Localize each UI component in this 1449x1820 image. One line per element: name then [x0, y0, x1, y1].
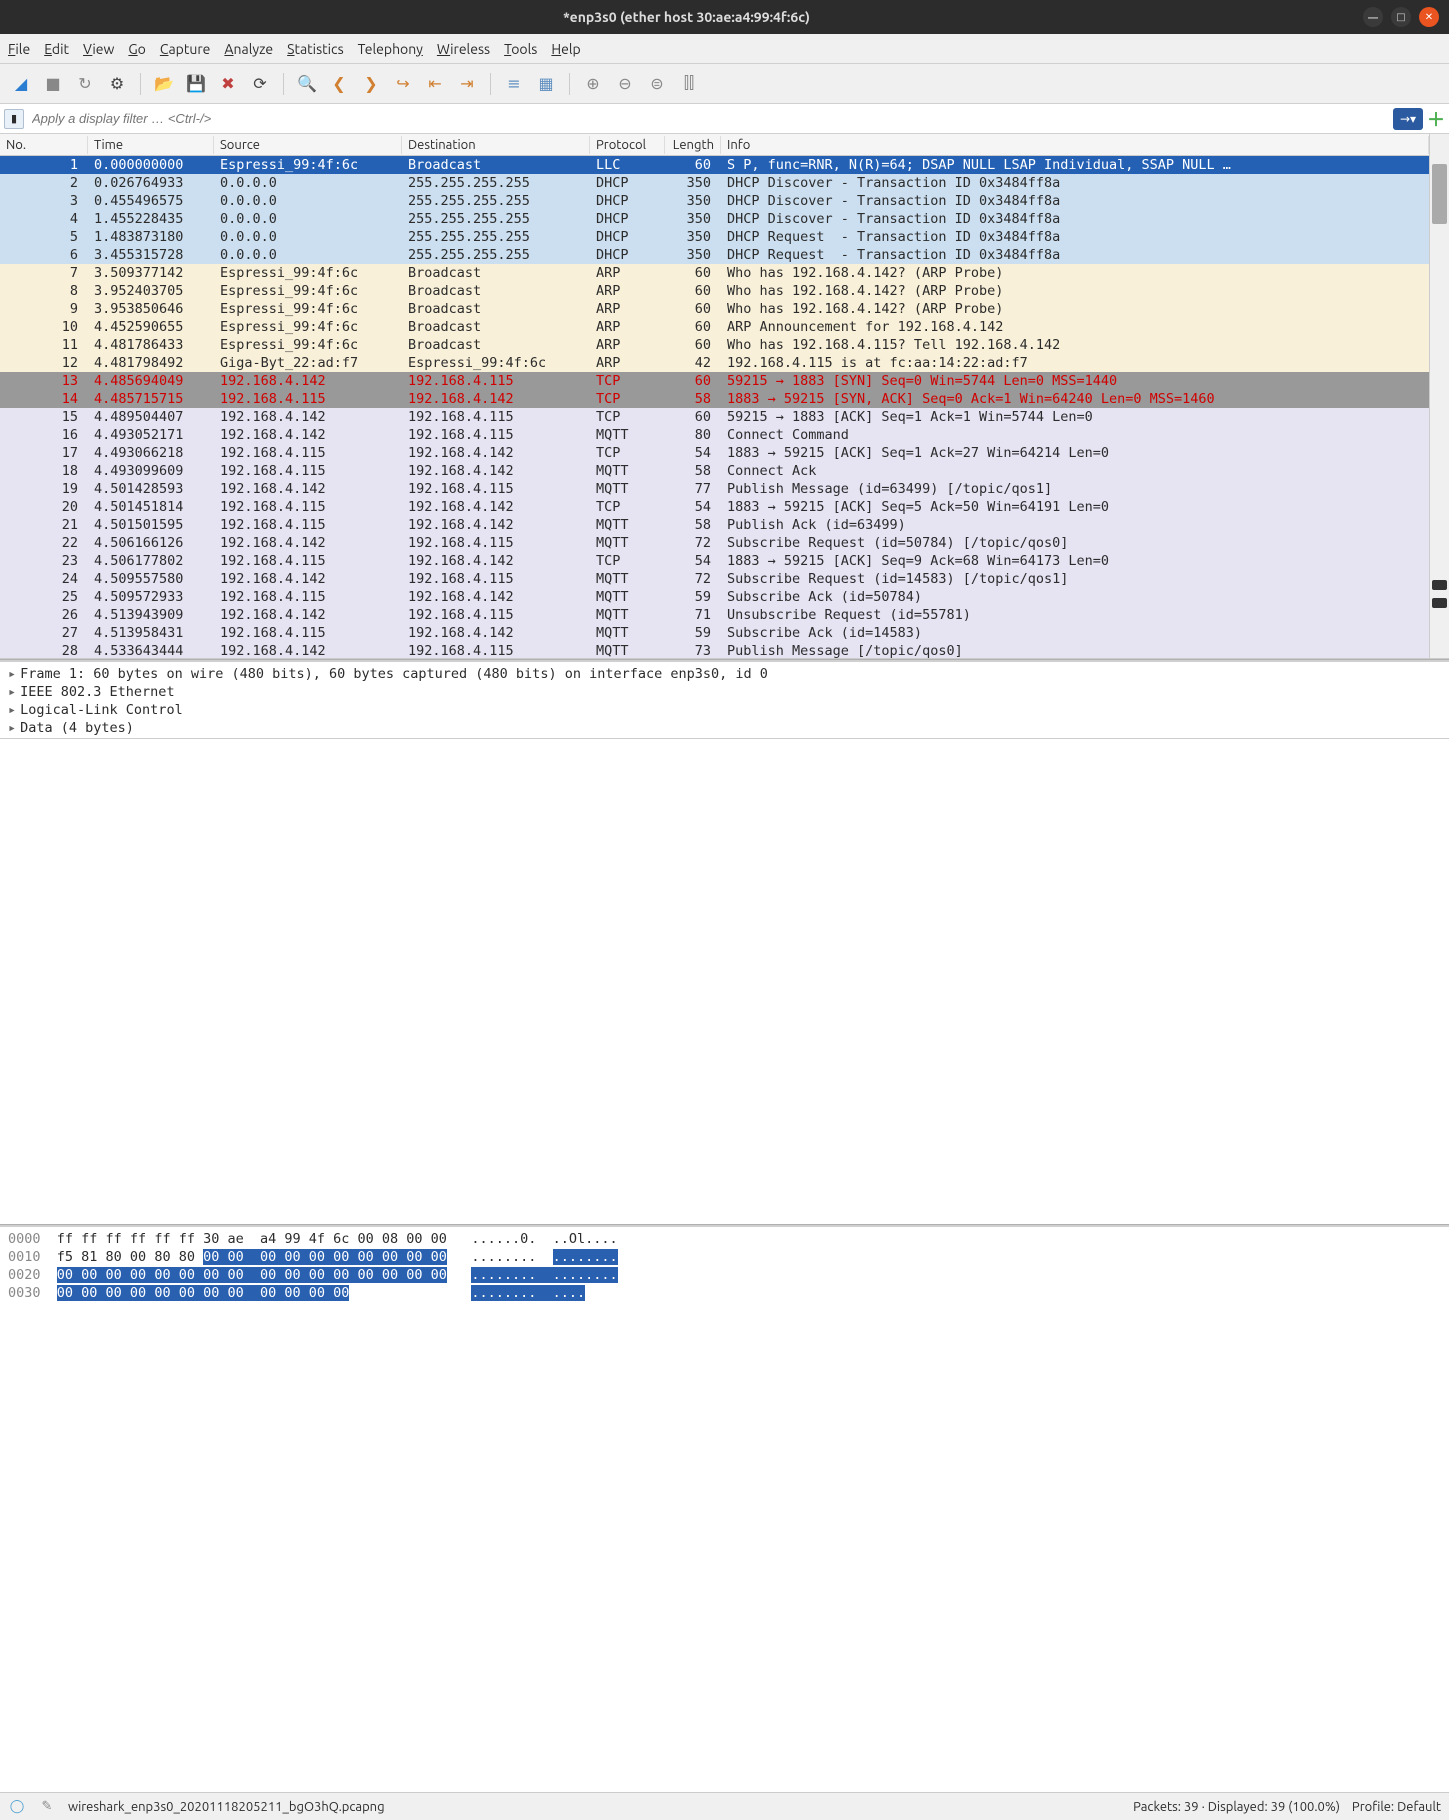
table-row[interactable]: 184.493099609192.168.4.115192.168.4.142M…: [0, 462, 1429, 480]
table-row[interactable]: 284.533643444192.168.4.142192.168.4.115M…: [0, 642, 1429, 658]
table-row[interactable]: 83.952403705Espressi_99:4f:6cBroadcastAR…: [0, 282, 1429, 300]
table-row[interactable]: 214.501501595192.168.4.115192.168.4.142M…: [0, 516, 1429, 534]
column-time[interactable]: Time: [88, 136, 214, 154]
table-row[interactable]: 264.513943909192.168.4.142192.168.4.115M…: [0, 606, 1429, 624]
table-row[interactable]: 51.4838731800.0.0.0255.255.255.255DHCP35…: [0, 228, 1429, 246]
go-back-icon[interactable]: ❮: [326, 71, 352, 97]
table-row[interactable]: 194.501428593192.168.4.142192.168.4.115M…: [0, 480, 1429, 498]
menu-go[interactable]: Go: [128, 41, 146, 57]
column-destination[interactable]: Destination: [402, 136, 590, 154]
hex-row[interactable]: 0030 00 00 00 00 00 00 00 00 00 00 00 00…: [8, 1285, 1441, 1303]
go-first-icon[interactable]: ⇤: [422, 71, 448, 97]
colorize-icon[interactable]: ▦: [533, 71, 559, 97]
menu-analyze[interactable]: Analyze: [224, 41, 273, 57]
table-row[interactable]: 104.452590655Espressi_99:4f:6cBroadcastA…: [0, 318, 1429, 336]
resize-columns-icon[interactable]: ⫿⫿: [676, 71, 702, 97]
table-row[interactable]: 93.953850646Espressi_99:4f:6cBroadcastAR…: [0, 300, 1429, 318]
table-row[interactable]: 73.509377142Espressi_99:4f:6cBroadcastAR…: [0, 264, 1429, 282]
zoom-reset-icon[interactable]: ⊜: [644, 71, 670, 97]
capture-options-icon[interactable]: ⚙: [104, 71, 130, 97]
window-maximize-button[interactable]: □: [1391, 7, 1411, 27]
table-row[interactable]: 30.4554965750.0.0.0255.255.255.255DHCP35…: [0, 192, 1429, 210]
table-row[interactable]: 63.4553157280.0.0.0255.255.255.255DHCP35…: [0, 246, 1429, 264]
packet-list-pane: No. Time Source Destination Protocol Len…: [0, 134, 1449, 659]
menu-view[interactable]: View: [83, 41, 114, 57]
column-length[interactable]: Length: [665, 136, 721, 154]
table-row[interactable]: 114.481786433Espressi_99:4f:6cBroadcastA…: [0, 336, 1429, 354]
go-forward-icon[interactable]: ❯: [358, 71, 384, 97]
close-file-icon[interactable]: ✖: [215, 71, 241, 97]
packet-bytes-pane[interactable]: 0000 ff ff ff ff ff ff 30 ae a4 99 4f 6c…: [0, 1227, 1449, 1307]
expert-info-icon[interactable]: ◯: [8, 1798, 26, 1816]
menu-statistics[interactable]: Statistics: [287, 41, 343, 57]
packet-list-header[interactable]: No. Time Source Destination Protocol Len…: [0, 134, 1429, 156]
menu-help[interactable]: Help: [551, 41, 580, 57]
status-bar: ◯ ✎ wireshark_enp3s0_20201118205211_bgO3…: [0, 1792, 1449, 1820]
window-minimize-button[interactable]: —: [1363, 7, 1383, 27]
table-row[interactable]: 224.506166126192.168.4.142192.168.4.115M…: [0, 534, 1429, 552]
table-row[interactable]: 254.509572933192.168.4.115192.168.4.142M…: [0, 588, 1429, 606]
stop-capture-icon[interactable]: ■: [40, 71, 66, 97]
menu-tools[interactable]: Tools: [504, 41, 537, 57]
table-row[interactable]: 20.0267649330.0.0.0255.255.255.255DHCP35…: [0, 174, 1429, 192]
filter-add-button[interactable]: ＋: [1427, 106, 1445, 132]
table-row[interactable]: 134.485694049192.168.4.142192.168.4.115T…: [0, 372, 1429, 390]
column-source[interactable]: Source: [214, 136, 402, 154]
restart-capture-icon[interactable]: ↻: [72, 71, 98, 97]
hex-row[interactable]: 0020 00 00 00 00 00 00 00 00 00 00 00 00…: [8, 1267, 1441, 1285]
menu-wireless[interactable]: Wireless: [437, 41, 490, 57]
tree-item[interactable]: ▸Frame 1: 60 bytes on wire (480 bits), 6…: [8, 666, 1441, 684]
status-packets: Packets: 39 · Displayed: 39 (100.0%): [1133, 1800, 1340, 1814]
reload-icon[interactable]: ⟳: [247, 71, 273, 97]
packet-details-pane[interactable]: ▸Frame 1: 60 bytes on wire (480 bits), 6…: [0, 662, 1449, 739]
auto-scroll-icon[interactable]: ≡: [501, 71, 527, 97]
display-filter-input[interactable]: [28, 109, 1393, 128]
status-filename: wireshark_enp3s0_20201118205211_bgO3hQ.p…: [68, 1800, 1121, 1814]
window-title: *enp3s0 (ether host 30:ae:a4:99:4f:6c): [10, 9, 1363, 25]
packet-list-scrollbar[interactable]: [1429, 134, 1449, 658]
menu-bar: File Edit View Go Capture Analyze Statis…: [0, 34, 1449, 64]
menu-capture[interactable]: Capture: [160, 41, 211, 57]
open-file-icon[interactable]: 📂: [151, 71, 177, 97]
tree-item[interactable]: ▸Data (4 bytes): [8, 720, 1441, 738]
column-protocol[interactable]: Protocol: [590, 136, 665, 154]
find-packet-icon[interactable]: 🔍: [294, 71, 320, 97]
table-row[interactable]: 124.481798492Giga-Byt_22:ad:f7Espressi_9…: [0, 354, 1429, 372]
go-to-packet-icon[interactable]: ↪: [390, 71, 416, 97]
menu-telephony[interactable]: Telephony: [358, 41, 423, 57]
table-row[interactable]: 244.509557580192.168.4.142192.168.4.115M…: [0, 570, 1429, 588]
capture-file-properties-icon[interactable]: ✎: [38, 1798, 56, 1816]
save-file-icon[interactable]: 💾: [183, 71, 209, 97]
zoom-out-icon[interactable]: ⊖: [612, 71, 638, 97]
tree-item[interactable]: ▸Logical-Link Control: [8, 702, 1441, 720]
display-filter-bar: ▮ →▾ ＋: [0, 104, 1449, 134]
packet-list[interactable]: No. Time Source Destination Protocol Len…: [0, 134, 1429, 658]
table-row[interactable]: 204.501451814192.168.4.115192.168.4.142T…: [0, 498, 1429, 516]
column-no[interactable]: No.: [0, 136, 88, 154]
table-row[interactable]: 144.485715715192.168.4.115192.168.4.142T…: [0, 390, 1429, 408]
table-row[interactable]: 174.493066218192.168.4.115192.168.4.142T…: [0, 444, 1429, 462]
table-row[interactable]: 234.506177802192.168.4.115192.168.4.142T…: [0, 552, 1429, 570]
table-row[interactable]: 154.489504407192.168.4.142192.168.4.115T…: [0, 408, 1429, 426]
menu-edit[interactable]: Edit: [44, 41, 69, 57]
tree-item[interactable]: ▸IEEE 802.3 Ethernet: [8, 684, 1441, 702]
hex-row[interactable]: 0000 ff ff ff ff ff ff 30 ae a4 99 4f 6c…: [8, 1231, 1441, 1249]
table-row[interactable]: 164.493052171192.168.4.142192.168.4.115M…: [0, 426, 1429, 444]
start-capture-icon[interactable]: ◢: [8, 71, 34, 97]
filter-apply-button[interactable]: →▾: [1393, 108, 1423, 130]
window-close-button[interactable]: ✕: [1419, 7, 1439, 27]
column-info[interactable]: Info: [721, 136, 1429, 154]
menu-file[interactable]: File: [8, 41, 30, 57]
main-toolbar: ◢ ■ ↻ ⚙ 📂 💾 ✖ ⟳ 🔍 ❮ ❯ ↪ ⇤ ⇥ ≡ ▦ ⊕ ⊖ ⊜ ⫿⫿: [0, 64, 1449, 104]
zoom-in-icon[interactable]: ⊕: [580, 71, 606, 97]
filter-bookmark-icon[interactable]: ▮: [4, 109, 24, 129]
table-row[interactable]: 274.513958431192.168.4.115192.168.4.142M…: [0, 624, 1429, 642]
window-titlebar: *enp3s0 (ether host 30:ae:a4:99:4f:6c) —…: [0, 0, 1449, 34]
table-row[interactable]: 41.4552284350.0.0.0255.255.255.255DHCP35…: [0, 210, 1429, 228]
table-row[interactable]: 10.000000000Espressi_99:4f:6cBroadcastLL…: [0, 156, 1429, 174]
status-profile[interactable]: Profile: Default: [1352, 1800, 1441, 1814]
go-last-icon[interactable]: ⇥: [454, 71, 480, 97]
hex-row[interactable]: 0010 f5 81 80 00 80 80 00 00 00 00 00 00…: [8, 1249, 1441, 1267]
